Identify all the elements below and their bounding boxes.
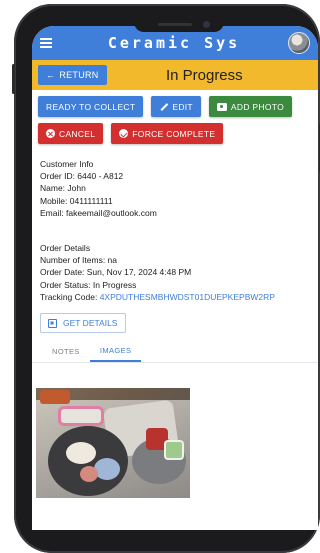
get-details-button[interactable]: GET DETAILS [40,313,126,334]
action-buttons: READY TO COLLECT EDIT ADD PHOTO CANCEL F… [32,90,318,144]
customer-info-heading: Customer Info [40,159,94,169]
customer-info: Customer Info Order ID: 6440 - A812 Name… [32,158,318,219]
edit-label: EDIT [172,101,193,112]
ready-to-collect-label: READY TO COLLECT [46,101,136,112]
photo-blue-cup [94,458,120,480]
force-complete-button[interactable]: FORCE COMPLETE [111,123,224,144]
photo-orange-object [40,390,70,404]
cancel-button[interactable]: CANCEL [38,123,104,144]
tracking-code-row: Tracking Code: 4XPDUTHESMBHWDST01DUEPKEP… [40,291,310,303]
order-details: Order Details Number of Items: na Order … [32,242,318,303]
arrow-left-icon: ← [46,70,56,80]
add-photo-button[interactable]: ADD PHOTO [208,96,292,117]
cancel-circle-icon [46,129,55,138]
hamburger-menu-icon[interactable] [40,38,54,48]
order-id: Order ID: 6440 - A812 [40,171,124,182]
cancel-label: CANCEL [59,128,96,139]
photo-pink-cup [80,466,98,482]
order-details-heading: Order Details [40,243,91,254]
number-of-items: Number of Items: na [40,255,118,266]
tracking-code-label: Tracking Code: [40,291,100,302]
details-icon [48,318,57,328]
customer-name: Name: John [40,183,86,194]
tracking-code-link[interactable]: 4XPDUTHESMBHWDST01DUEPKEPBW2RP [100,292,275,302]
order-date: Order Date: Sun, Nov 17, 2024 4:48 PM [40,267,192,278]
order-status: Order Status: In Progress [40,279,137,290]
order-status-title: In Progress [165,66,243,84]
order-photo-thumbnail[interactable] [36,388,190,498]
tab-bar: NOTES IMAGES [32,341,318,364]
tab-notes[interactable]: NOTES [42,341,90,362]
user-avatar[interactable] [288,32,310,54]
return-button-label: RETURN [59,70,99,80]
photo-pink-dish [58,406,104,426]
photo-green-cup [164,440,184,460]
tab-images[interactable]: IMAGES [89,341,142,363]
check-circle-icon [119,129,129,138]
status-banner: ← RETURN In Progress [32,60,318,90]
customer-mobile: Mobile: 0411111111 [40,195,113,206]
add-photo-label: ADD PHOTO [230,101,284,112]
phone-volume-button [12,64,15,94]
force-complete-label: FORCE COMPLETE [132,128,216,139]
phone-notch [134,18,224,32]
speaker-grille [158,23,192,26]
ready-to-collect-button[interactable]: READY TO COLLECT [38,96,144,117]
edit-button[interactable]: EDIT [151,96,201,117]
photo-white-bowl [66,442,96,464]
front-camera-icon [203,21,210,28]
customer-email: Email: fakeemail@outlook.com [40,207,157,218]
app-title: Ceramic Sys [107,34,241,52]
pencil-icon [159,102,168,111]
get-details-label: GET DETAILS [63,318,118,329]
camera-icon [216,102,227,111]
